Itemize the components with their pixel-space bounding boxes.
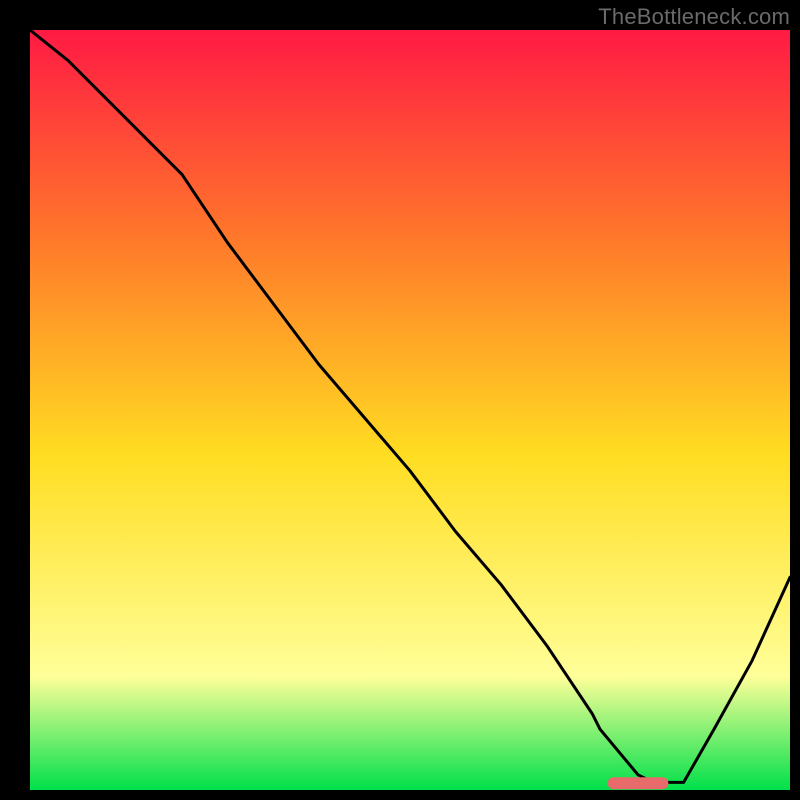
optimal-marker	[608, 777, 669, 789]
watermark-text: TheBottleneck.com	[598, 4, 790, 30]
gradient-background	[30, 30, 790, 790]
chart-svg	[30, 30, 790, 790]
chart-container	[30, 30, 790, 790]
